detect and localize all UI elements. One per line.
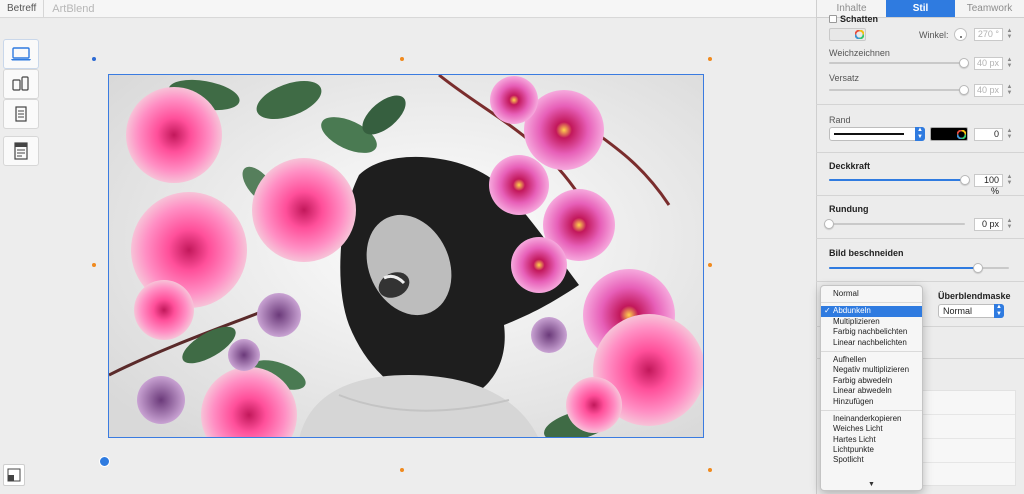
border-label: Rand [829,115,851,125]
blend-mode-item[interactable]: Linear abwedeln [821,386,922,396]
color-wheel-icon [957,130,966,139]
blend-mode-item[interactable]: Multiplizieren [821,317,922,327]
line-style-preview [834,133,904,135]
opacity-stepper[interactable]: ▲ ▼ [1006,174,1013,187]
blend-mode-item[interactable]: Aufhellen [821,355,922,365]
crop-label: Bild beschneiden [829,248,904,258]
offset-label: Versatz [829,73,860,83]
menu-separator [821,409,922,411]
top-bar: Betreff ArtBlend [0,0,816,18]
selection-handle-left[interactable] [92,263,96,267]
opacity-slider-fill [829,179,965,181]
blur-slider-knob[interactable] [959,58,969,68]
offset-stepper[interactable]: ▲ ▼ [1006,84,1013,97]
tab-teamwork[interactable]: Teamwork [955,0,1024,17]
border-width-stepper[interactable]: ▲ ▼ [1006,128,1013,141]
border-width-field[interactable]: 0 [974,128,1003,141]
shadow-checkbox[interactable] [829,15,837,23]
template-layout-icon [14,142,28,160]
selection-handle-bottom-right[interactable] [708,468,712,472]
blend-mask-value: Normal [943,306,973,316]
blur-value-field[interactable]: 40 px [974,57,1003,70]
blur-slider-track[interactable] [829,62,965,64]
opacity-label: Deckkraft [829,161,871,171]
section-divider [816,195,1024,196]
blend-mode-item[interactable]: Negativ multiplizieren [821,365,922,375]
blend-mask-select[interactable]: Normal ▲ ▼ [938,304,1004,318]
menu-separator [821,350,922,352]
blur-label: Weichzeichnen [829,48,890,58]
menu-scroll-down-icon[interactable]: ▼ [821,481,922,488]
subject-button[interactable]: Betreff [0,0,45,17]
color-wheel-icon [855,30,864,39]
tab-stil[interactable]: Stil [886,0,955,17]
canvas-area[interactable] [0,19,816,494]
layer-list[interactable] [921,390,1016,486]
rotate-handle-icon[interactable] [99,456,110,467]
border-color-well[interactable] [930,127,968,141]
blend-mask-label: Überblendmaske [938,291,1011,301]
rounding-stepper[interactable]: ▲ ▼ [1006,218,1013,231]
blend-mode-item[interactable]: Abdunkeln [821,306,922,317]
section-divider [816,104,1024,105]
select-chevron-icon: ▲ ▼ [915,127,925,141]
menu-separator [821,302,922,304]
image-element[interactable] [108,74,704,438]
selection-handle-bottom[interactable] [400,468,404,472]
blend-mode-item[interactable]: Hartes Licht [821,435,922,445]
angle-value-field[interactable]: 270 ° [974,28,1003,41]
rounding-value-field[interactable]: 0 px [974,218,1003,231]
blend-mode-item[interactable]: Normal [821,289,922,299]
selection-handle-top[interactable] [400,57,404,61]
selection-handle-top-left[interactable] [92,57,96,61]
shadow-label: Schatten [840,14,879,24]
blend-mode-item[interactable]: Spotlicht [821,455,922,465]
section-divider [816,152,1024,153]
blur-stepper[interactable]: ▲ ▼ [1006,57,1013,70]
blend-mode-item[interactable]: Weiches Licht [821,424,922,434]
desktop-layout-icon [11,47,31,61]
mobile-layout-icon [12,76,29,91]
blend-mode-item[interactable]: Farbig abwedeln [821,376,922,386]
template-layout-button[interactable] [3,136,39,166]
blend-mode-item[interactable]: Hinzufügen [821,397,922,407]
offset-slider-knob[interactable] [959,85,969,95]
desktop-layout-button[interactable] [3,39,39,69]
selection-handle-top-right[interactable] [708,57,712,61]
section-divider [816,281,1024,282]
select-chevron-icon: ▲ ▼ [994,304,1004,318]
mobile-layout-button[interactable] [3,69,39,99]
blend-mode-item[interactable]: Lichtpunkte [821,445,922,455]
page-layout-button[interactable] [3,99,39,129]
rounding-label: Rundung [829,204,869,214]
opacity-value-field[interactable]: 100 % [974,174,1003,196]
angle-dial[interactable] [954,28,967,41]
rounding-slider-knob[interactable] [824,219,834,229]
angle-label: Winkel: [919,30,949,40]
offset-value-field[interactable]: 40 px [974,84,1003,97]
border-style-select[interactable]: ▲ ▼ [829,127,925,141]
angle-stepper[interactable]: ▲ ▼ [1006,28,1013,41]
selection-handle-right[interactable] [708,263,712,267]
opacity-slider-track[interactable] [829,179,965,181]
rounding-slider-track[interactable] [829,223,965,225]
app-window: Betreff ArtBlend Inhalte Stil Teamwork S… [0,0,1024,494]
blend-mode-menu[interactable]: Normal AbdunkelnMultiplizierenFarbig nach… [820,285,923,491]
expand-icon [7,468,21,482]
shadow-color-well[interactable] [829,28,866,41]
expand-button[interactable] [3,464,25,486]
blend-mode-item[interactable]: Ineinanderkopieren [821,414,922,424]
blend-mode-item[interactable]: Farbig nachbelichten [821,327,922,337]
opacity-slider-knob[interactable] [960,175,970,185]
blend-mode-item[interactable]: Linear nachbelichten [821,338,922,348]
page-layout-icon [15,106,27,122]
crop-slider-fill [829,267,979,269]
document-title[interactable]: ArtBlend [44,3,94,15]
section-divider [816,238,1024,239]
flowers-portrait-image [109,75,703,437]
offset-slider-track[interactable] [829,89,965,91]
